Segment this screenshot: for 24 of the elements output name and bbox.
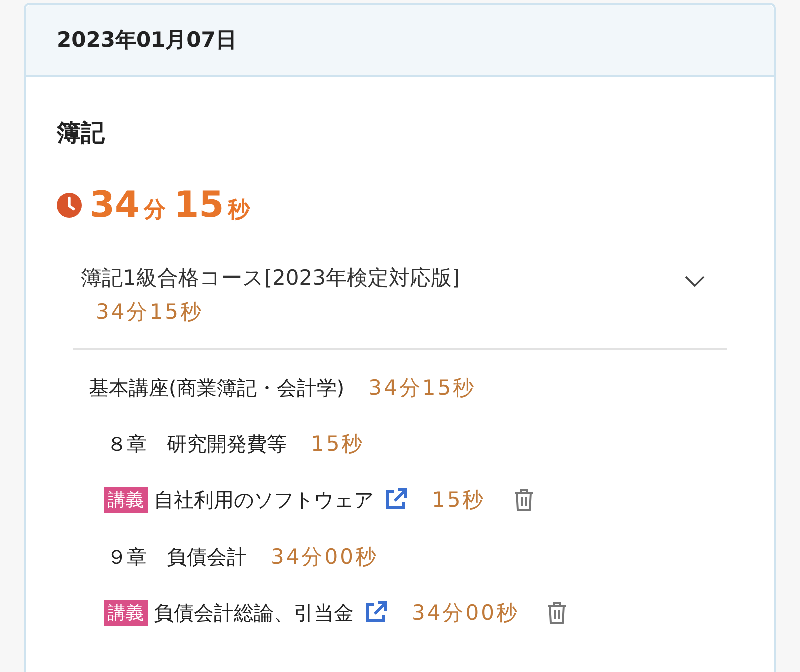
external-link-icon[interactable] xyxy=(364,601,388,625)
trash-icon[interactable] xyxy=(514,488,534,512)
duration-text: 15秒 xyxy=(311,431,365,458)
duration-text: 34分15秒 xyxy=(368,375,476,402)
subject-title: 簿記 xyxy=(57,118,106,149)
external-link-icon[interactable] xyxy=(384,488,408,512)
lecture-tag: 講義 xyxy=(104,487,148,513)
course-title: 簿記1級合格コース[2023年検定対応版] xyxy=(81,265,460,292)
chevron-icon xyxy=(685,276,705,288)
trash-icon[interactable] xyxy=(547,601,568,625)
total-study-time: 34 分 15 秒 xyxy=(90,185,252,226)
chapter-title: ９章 負債会計 xyxy=(107,544,247,570)
duration-text: 34分15秒 xyxy=(96,299,204,326)
section-title: 基本講座(商業簿記・会計学) xyxy=(89,374,345,402)
duration-text: 34分00秒 xyxy=(271,544,378,571)
duration-text: 15秒 xyxy=(432,487,486,514)
duration-text: 34分00秒 xyxy=(412,600,520,627)
chapter-title: ８章 研究開発費等 xyxy=(107,430,287,458)
course-accordion[interactable]: 簿記1級合格コース[2023年検定対応版] 34分15秒 xyxy=(73,264,727,326)
lecture-title: 自社利用のソフトウェア xyxy=(154,486,374,514)
lecture-title: 負債会計総論、引当金 xyxy=(154,600,354,626)
clock-icon xyxy=(57,193,82,218)
lecture-tag: 講義 xyxy=(104,600,148,626)
date-heading: 2023年01月07日 xyxy=(57,27,237,54)
